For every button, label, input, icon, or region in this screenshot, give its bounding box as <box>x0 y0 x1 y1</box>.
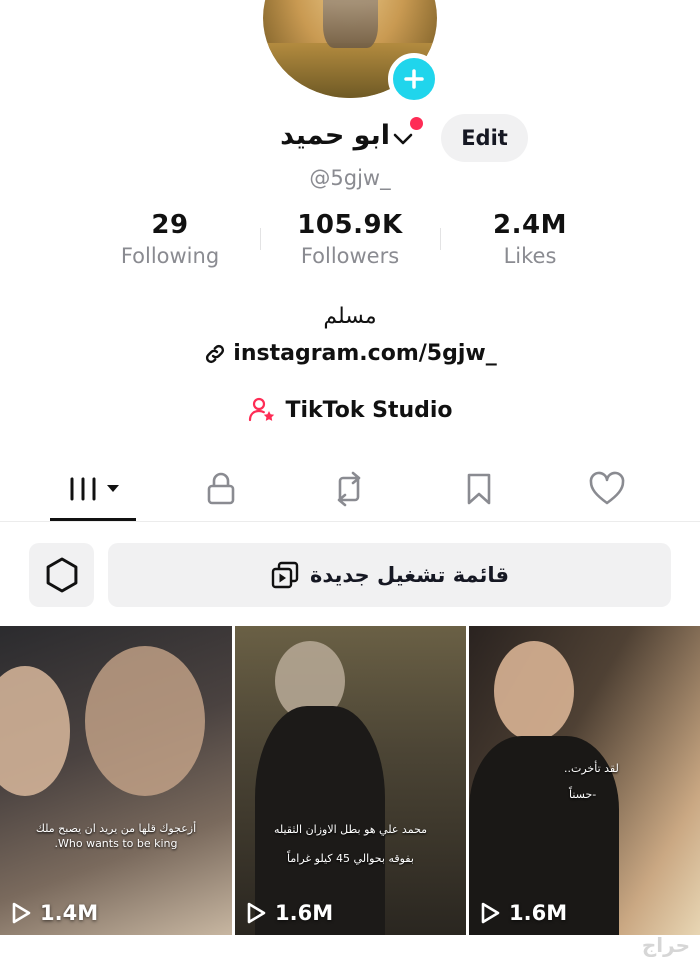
add-story-button[interactable] <box>388 53 440 105</box>
stat-divider <box>260 228 261 250</box>
playlist-label: قائمة تشغيل جديدة <box>309 563 510 587</box>
studio-person-star-icon <box>249 397 275 422</box>
profile-stats: 29 Following 105.9K Followers 2.4M Likes <box>80 210 620 280</box>
video-caption-line1: لقد تأخرت.. <box>564 762 619 775</box>
active-tab-indicator <box>50 518 136 521</box>
playlist-icon <box>271 561 299 589</box>
view-count: 1.4M <box>10 901 98 925</box>
view-count-value: 1.6M <box>275 901 334 925</box>
watermark-text: حراج <box>641 933 690 957</box>
video-grid: أزعجوك قلها من يريد ان يصبح ملك Who want… <box>0 626 700 935</box>
username-handle: @5gjw_ <box>309 166 391 190</box>
plus-icon <box>404 69 424 89</box>
play-icon <box>481 902 500 924</box>
edit-profile-button[interactable]: Edit <box>441 114 528 162</box>
studio-label: TikTok Studio <box>285 397 453 423</box>
chevron-down-icon[interactable] <box>391 129 415 149</box>
tab-reposts[interactable] <box>331 466 367 512</box>
video-caption-line2: -حسناً <box>569 788 597 801</box>
view-count: 1.6M <box>479 901 567 925</box>
video-caption-arabic: أزعجوك قلها من يريد ان يصبح ملك <box>35 822 197 835</box>
play-icon <box>12 902 31 924</box>
lock-icon <box>207 472 235 505</box>
video-caption-line2: بفوقه بحوالي 45 كيلو غراماً <box>287 852 414 865</box>
stat-following[interactable]: 29 Following <box>80 210 260 280</box>
stat-label: Likes <box>503 244 557 268</box>
display-name: ابو حميد <box>280 120 390 151</box>
thumbnail-face <box>494 641 574 741</box>
heart-icon <box>589 471 625 505</box>
video-thumbnail[interactable]: لقد تأخرت.. -حسناً 1.6M <box>469 626 700 935</box>
name-row: ابو حميد <box>0 118 700 162</box>
notification-dot <box>410 117 423 130</box>
thumbnail-face <box>0 666 70 796</box>
video-thumbnail[interactable]: أزعجوك قلها من يريد ان يصبح ملك Who want… <box>0 626 232 935</box>
stat-followers[interactable]: 105.9K Followers <box>260 210 440 280</box>
stat-label: Following <box>120 244 220 268</box>
gear-icon <box>46 557 77 593</box>
stat-value: 105.9K <box>297 210 403 240</box>
stat-label: Followers <box>300 244 400 268</box>
view-count-value: 1.6M <box>509 901 568 925</box>
view-count: 1.6M <box>245 901 333 925</box>
link-icon <box>206 344 225 363</box>
sort-settings-button[interactable] <box>29 543 94 607</box>
view-count-value: 1.4M <box>40 901 99 925</box>
profile-tabs <box>0 458 700 522</box>
link-text: instagram.com/5gjw_ <box>233 341 497 366</box>
stat-divider <box>440 228 441 250</box>
repost-icon <box>337 471 361 507</box>
tiktok-studio-link[interactable]: TikTok Studio <box>0 395 700 425</box>
video-caption-line1: محمد علي هو بطل الاوزان الثقيله <box>273 823 428 836</box>
new-playlist-button[interactable]: قائمة تشغيل جديدة <box>108 543 671 607</box>
tab-videos[interactable] <box>60 466 126 512</box>
video-thumbnail[interactable]: محمد علي هو بطل الاوزان الثقيله بفوقه بح… <box>235 626 466 935</box>
tab-liked[interactable] <box>588 466 626 512</box>
tab-private[interactable] <box>203 466 239 512</box>
stat-likes[interactable]: 2.4M Likes <box>440 210 620 280</box>
grid-icon <box>70 477 119 501</box>
avatar-figure <box>323 0 378 48</box>
video-caption-english: Who wants to be king. <box>54 837 178 850</box>
tab-favorites[interactable] <box>461 466 497 512</box>
stat-value: 2.4M <box>493 210 567 240</box>
thumbnail-face <box>85 646 205 796</box>
profile-link[interactable]: instagram.com/5gjw_ <box>0 341 700 366</box>
stat-value: 29 <box>151 210 189 240</box>
play-icon <box>247 902 266 924</box>
profile-bio: مسلم <box>323 304 377 329</box>
bookmark-icon <box>467 473 491 505</box>
